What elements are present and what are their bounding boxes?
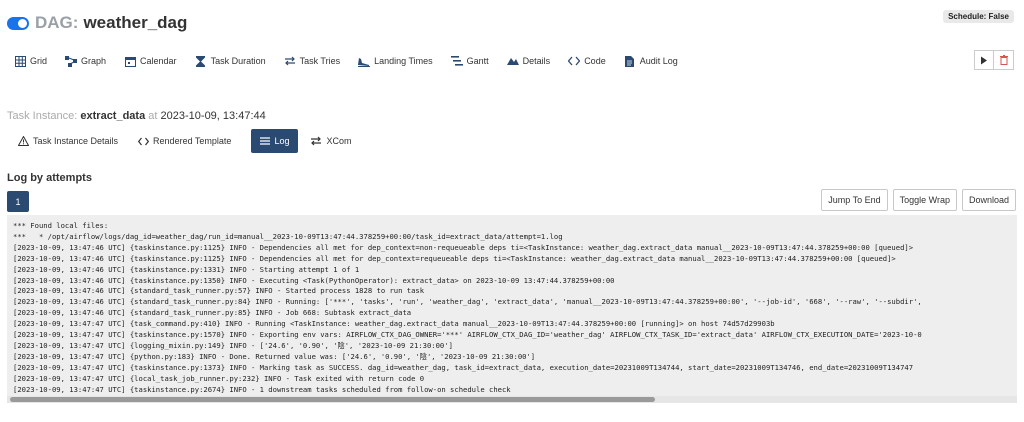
- nav-grid[interactable]: Grid: [14, 55, 47, 67]
- nav-calendar-label: Calendar: [140, 56, 177, 66]
- log-by-attempts-title: Log by attempts: [7, 172, 92, 184]
- task-instance-title: Task Instance: extract_data at 2023-10-0…: [7, 110, 266, 122]
- tab-xcom[interactable]: XCom: [310, 129, 351, 153]
- dag-nav: Grid Graph Calendar Task Duration Task T…: [14, 52, 696, 70]
- calendar-icon: [124, 55, 136, 67]
- nav-code-label: Code: [584, 56, 606, 66]
- nav-calendar[interactable]: Calendar: [124, 55, 177, 67]
- task-instance-at: at: [148, 110, 158, 122]
- horizontal-scrollbar[interactable]: [7, 396, 1017, 403]
- tab-rendered-template-label: Rendered Template: [153, 136, 232, 146]
- download-button[interactable]: Download: [961, 189, 1016, 211]
- tab-xcom-label: XCom: [326, 136, 352, 146]
- nav-details[interactable]: Details: [506, 55, 551, 67]
- tab-log[interactable]: Log: [251, 129, 299, 153]
- tab-task-instance-details-label: Task Instance Details: [33, 136, 119, 146]
- nav-graph-label: Graph: [81, 56, 107, 66]
- details-icon: [506, 55, 519, 67]
- tab-task-instance-details[interactable]: Task Instance Details: [18, 129, 118, 153]
- dag-prefix: DAG:: [35, 13, 79, 32]
- retry-icon: [284, 55, 296, 67]
- play-icon: [981, 56, 987, 64]
- grid-icon: [14, 55, 26, 67]
- nav-task-tries[interactable]: Task Tries: [284, 55, 341, 67]
- exchange-icon: [310, 136, 322, 146]
- list-icon: [260, 137, 271, 145]
- log-content: *** Found local files: *** * /opt/airflo…: [13, 221, 922, 394]
- nav-task-duration-label: Task Duration: [210, 56, 266, 66]
- code-icon: [138, 137, 150, 146]
- task-instance-date: 2023-10-09, 13:47:44: [160, 110, 266, 122]
- task-instance-label: Task Instance:: [7, 110, 78, 122]
- tab-rendered-template[interactable]: Rendered Template: [138, 129, 231, 153]
- schedule-badge: Schedule: False: [943, 10, 1014, 23]
- trash-icon: [999, 55, 1008, 65]
- task-id: extract_data: [80, 110, 146, 122]
- nav-landing-times[interactable]: Landing Times: [358, 55, 433, 67]
- log-actions: Jump To End Toggle Wrap Download: [816, 189, 1016, 211]
- nav-graph[interactable]: Graph: [65, 55, 106, 67]
- nav-landing-times-label: Landing Times: [374, 56, 433, 66]
- dag-actions: [974, 50, 1014, 70]
- gantt-icon: [450, 55, 463, 67]
- dag-pause-toggle[interactable]: [7, 16, 29, 30]
- trigger-dag-button[interactable]: [974, 50, 994, 70]
- warning-icon: [18, 136, 29, 146]
- nav-code[interactable]: Code: [568, 55, 606, 67]
- tab-log-label: Log: [274, 136, 290, 146]
- scrollbar-thumb[interactable]: [10, 397, 655, 402]
- attempt-1-button[interactable]: 1: [7, 191, 29, 212]
- dag-name: weather_dag: [83, 13, 188, 32]
- log-panel: *** Found local files: *** * /opt/airflo…: [7, 215, 1017, 403]
- nav-gantt[interactable]: Gantt: [450, 55, 489, 67]
- file-icon: [624, 55, 636, 67]
- task-instance-tabs: Task Instance Details Rendered Template …: [18, 129, 371, 153]
- nav-task-duration[interactable]: Task Duration: [195, 55, 266, 67]
- nav-audit-log[interactable]: Audit Log: [624, 55, 678, 67]
- nav-audit-log-label: Audit Log: [639, 56, 678, 66]
- nav-task-tries-label: Task Tries: [299, 56, 341, 66]
- nav-details-label: Details: [522, 56, 551, 66]
- plane-icon: [358, 55, 371, 67]
- jump-to-end-button[interactable]: Jump To End: [821, 189, 888, 211]
- code-icon: [568, 55, 581, 67]
- graph-icon: [65, 55, 78, 67]
- hourglass-icon: [195, 55, 207, 67]
- nav-grid-label: Grid: [30, 56, 48, 66]
- toggle-wrap-button[interactable]: Toggle Wrap: [892, 189, 957, 211]
- delete-dag-button[interactable]: [994, 50, 1014, 70]
- nav-gantt-label: Gantt: [466, 56, 489, 66]
- dag-header: DAG: weather_dag: [7, 10, 187, 36]
